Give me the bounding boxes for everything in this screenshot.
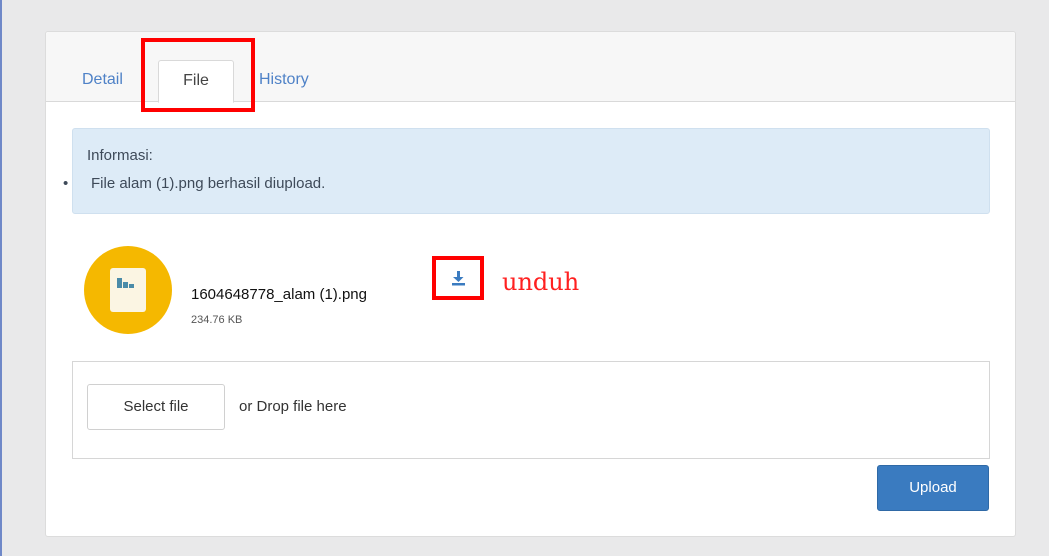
alert-bullet: • bbox=[63, 175, 69, 192]
tab-bar: Detail File History bbox=[46, 32, 1015, 112]
download-button[interactable] bbox=[432, 256, 484, 300]
alert-title: Informasi: bbox=[87, 147, 153, 164]
file-size: 234.76 KB bbox=[191, 314, 243, 326]
download-icon bbox=[452, 271, 465, 286]
window-frame-edge bbox=[0, 0, 8, 556]
file-panel: Detail File History Informasi: • File al… bbox=[45, 31, 1016, 537]
tab-history[interactable]: History bbox=[259, 60, 309, 102]
upload-button[interactable]: Upload bbox=[877, 465, 989, 511]
drop-hint: or Drop file here bbox=[239, 398, 347, 415]
info-alert: Informasi: • File alam (1).png berhasil … bbox=[63, 128, 990, 214]
image-file-icon bbox=[84, 246, 172, 334]
select-file-button[interactable]: Select file bbox=[87, 384, 225, 430]
document-shape bbox=[110, 268, 146, 312]
download-annotation-label: unduh bbox=[502, 268, 580, 296]
tab-detail[interactable]: Detail bbox=[82, 60, 123, 102]
file-dropzone[interactable]: Select file or Drop file here bbox=[72, 361, 990, 459]
file-name: 1604648778_alam (1).png bbox=[191, 286, 367, 303]
tab-file[interactable]: File bbox=[158, 60, 234, 103]
alert-message: File alam (1).png berhasil diupload. bbox=[91, 175, 326, 192]
